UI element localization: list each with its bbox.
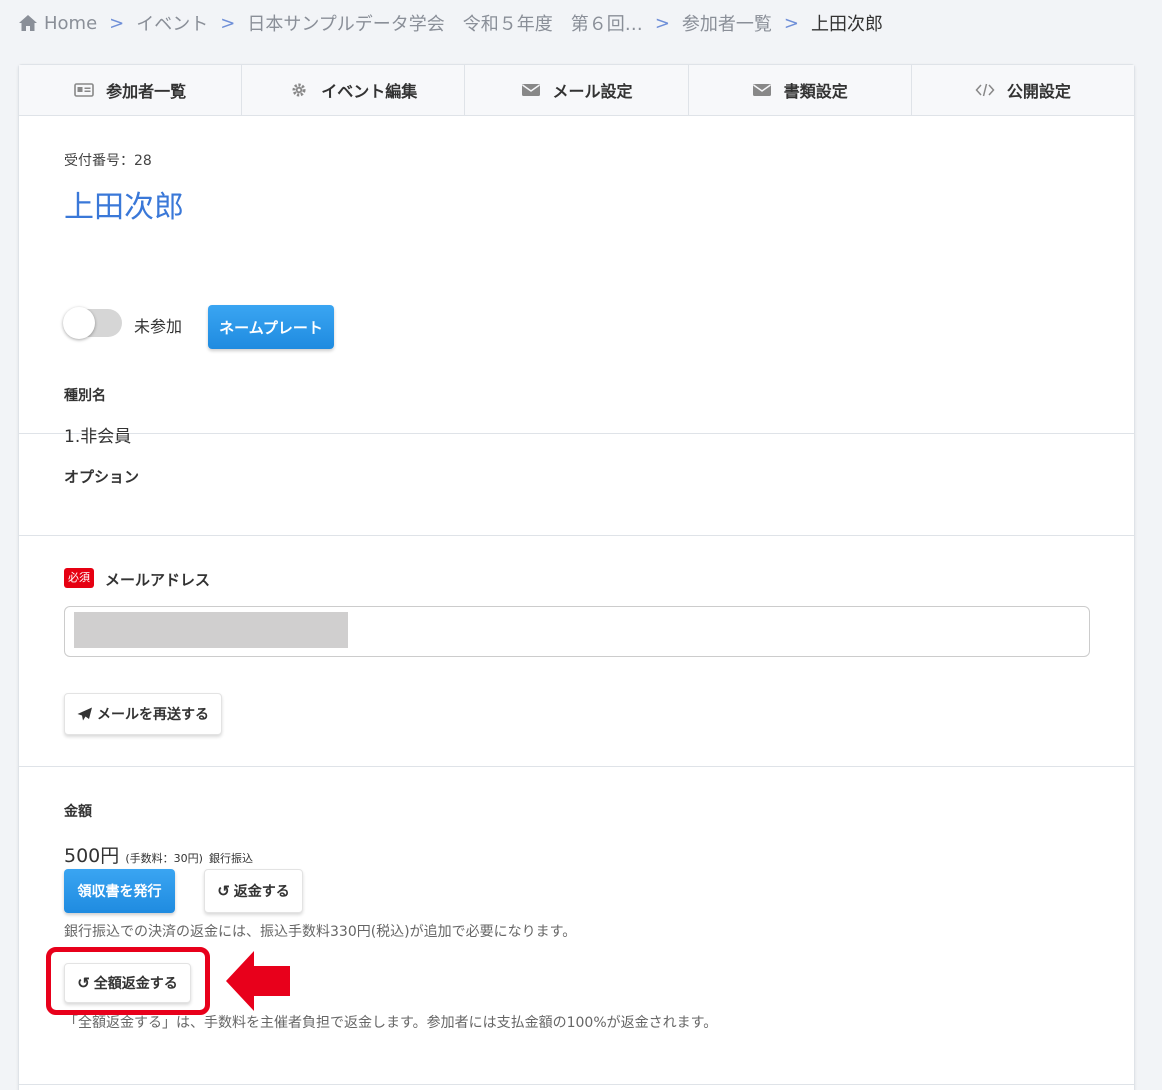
attendance-label: 未参加 (134, 317, 183, 336)
participant-name: 上田次郎 (64, 190, 184, 225)
full-refund-label: 全額返金する (93, 975, 178, 991)
breadcrumb-events[interactable]: イベント (136, 10, 208, 36)
chevron-right-icon: > (109, 12, 125, 34)
options-label: オプション (64, 468, 140, 486)
undo-icon: ↺ (77, 975, 90, 992)
reception-number: 受付番号：28 (64, 153, 152, 169)
envelope-icon (752, 84, 771, 96)
tab-label: 書類設定 (783, 82, 848, 101)
refund-note: 銀行振込での決済の返金には、振込手数料330円(税込)が追加で必要になります。 (64, 924, 577, 940)
tab-label: メール設定 (552, 82, 633, 101)
payment-method: 銀行振込 (208, 852, 253, 865)
attendance-toggle[interactable] (63, 307, 122, 339)
amount-text: 500円 (64, 845, 120, 867)
envelope-icon (521, 84, 540, 96)
refund-button[interactable]: ↺ 返金する (204, 869, 303, 913)
resend-label: メールを再送する (97, 706, 209, 722)
chevron-right-icon: > (783, 12, 799, 34)
breadcrumb: Home > イベント > 日本サンプルデータ学会 令和５年度 第６回… > 参… (18, 8, 883, 38)
id-card-icon (74, 83, 94, 97)
full-refund-button[interactable]: ↺ 全額返金する (64, 963, 191, 1003)
participant-card: 参加者一覧 イベント編集 メール設定 書類設定 公開設定 受付番号：28 上田次… (18, 64, 1135, 1090)
undo-icon: ↺ (217, 883, 230, 900)
issue-receipt-button[interactable]: 領収書を発行 (64, 869, 175, 913)
tab-label: 参加者一覧 (106, 82, 187, 101)
nameplate-button[interactable]: ネームプレート (208, 305, 334, 349)
tab-bar: 参加者一覧 イベント編集 メール設定 書類設定 公開設定 (19, 65, 1134, 116)
refund-label: 返金する (233, 883, 290, 899)
resend-email-button[interactable]: メールを再送する (64, 693, 222, 735)
tab-publish-settings[interactable]: 公開設定 (912, 65, 1134, 115)
tab-label: イベント編集 (321, 82, 418, 101)
tab-participants[interactable]: 参加者一覧 (19, 65, 243, 115)
tab-document-settings[interactable]: 書類設定 (689, 65, 912, 115)
payment-section: 金額 500円 (手数料：30円) 銀行振込 領収書を発行 ↺ 返金する 銀行振… (19, 767, 1134, 1085)
redacted-value (74, 612, 348, 648)
breadcrumb-home[interactable]: Home (44, 13, 97, 34)
email-section: 必須 メールアドレス メールを再送する (19, 536, 1134, 767)
breadcrumb-participants[interactable]: 参加者一覧 (682, 10, 772, 36)
participant-section: 受付番号：28 上田次郎 未参加 ネームプレート 種別名 1.非会員 (19, 116, 1134, 447)
breadcrumb-event[interactable]: 日本サンプルデータ学会 令和５年度 第６回… (247, 10, 642, 36)
chevron-right-icon: > (654, 12, 670, 34)
arrow-left-icon (226, 951, 290, 1011)
email-field[interactable] (64, 606, 1090, 657)
toggle-knob (63, 307, 95, 339)
tab-label: 公開設定 (1006, 82, 1071, 101)
category-label: 種別名 (64, 388, 106, 404)
fee-text: (手数料：30円) (125, 852, 203, 865)
paper-plane-icon (77, 707, 92, 721)
home-icon (19, 15, 37, 31)
amount-label: 金額 (64, 804, 92, 820)
options-section: オプション (19, 434, 1134, 536)
amount-value: 500円 (手数料：30円) 銀行振込 (64, 841, 253, 868)
chevron-right-icon: > (220, 12, 236, 34)
full-refund-note: 「全額返金する」は、手数料を主催者負担で返金します。参加者には支払金額の100%… (64, 1015, 718, 1031)
required-badge: 必須 (64, 568, 94, 588)
email-label: メールアドレス (105, 571, 211, 589)
breadcrumb-current: 上田次郎 (811, 14, 883, 35)
code-icon (975, 83, 995, 97)
tab-event-edit[interactable]: イベント編集 (242, 65, 466, 115)
tab-mail-settings[interactable]: メール設定 (465, 65, 689, 115)
gear-icon (292, 83, 306, 97)
